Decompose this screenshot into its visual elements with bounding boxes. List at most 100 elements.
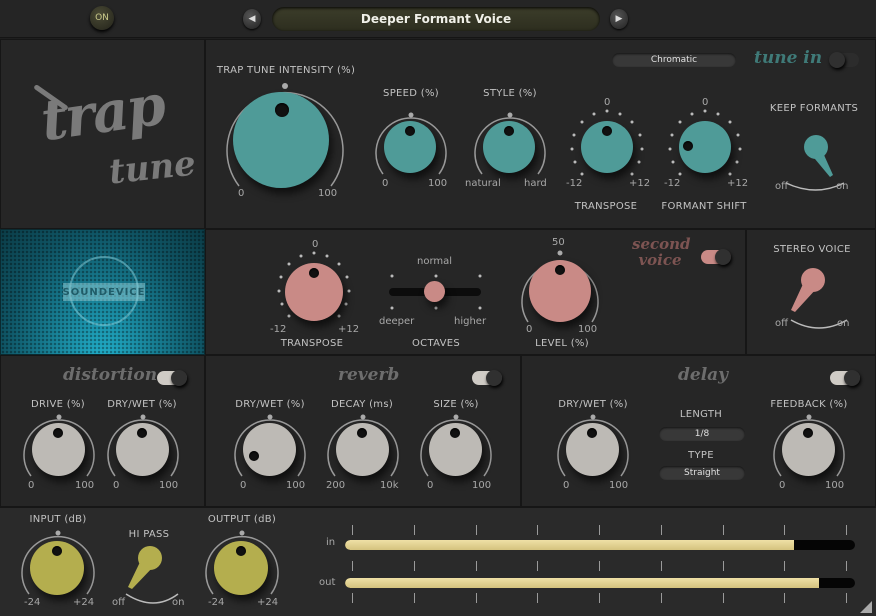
- meter-tick: [352, 525, 353, 535]
- knob-indicator: [555, 265, 565, 275]
- meter-out-label: out: [319, 577, 336, 588]
- drive-knob[interactable]: [32, 423, 85, 476]
- dist-drywet-knob[interactable]: [116, 423, 169, 476]
- level-min: 0: [526, 324, 533, 335]
- octaves-higher: higher: [454, 316, 487, 327]
- keep-formants-on: on: [836, 181, 849, 192]
- title-line1: second: [632, 235, 691, 253]
- input-knob[interactable]: [30, 541, 84, 595]
- meter-ticks-bottom: [352, 593, 847, 603]
- next-preset-button[interactable]: ▶: [610, 9, 628, 29]
- formant-shift-label: FORMANT SHIFT: [661, 201, 747, 212]
- decay-min: 200: [326, 480, 346, 491]
- output-knob[interactable]: [214, 541, 268, 595]
- dist-drywet-min: 0: [113, 480, 120, 491]
- knob-indicator: [236, 546, 246, 556]
- style-max: hard: [524, 178, 547, 189]
- style-label: STYLE (%): [483, 88, 537, 99]
- size-knob[interactable]: [429, 423, 482, 476]
- sv-transpose-center: 0: [312, 239, 319, 250]
- formant-max: +12: [727, 178, 749, 189]
- second-voice-toggle[interactable]: [701, 249, 731, 265]
- stereo-voice-off: off: [775, 318, 789, 329]
- delay-toggle[interactable]: [830, 370, 860, 386]
- dist-drywet-max: 100: [159, 480, 179, 491]
- meter-tick: [722, 561, 724, 571]
- meter-tick: [537, 525, 539, 535]
- soundevice-panel: SOUNDEVICE: [0, 229, 205, 355]
- distortion-toggle[interactable]: [157, 370, 187, 386]
- dist-drywet-label: DRY/WET (%): [107, 399, 177, 410]
- delay-drywet-knob[interactable]: [566, 423, 619, 476]
- transpose-knob[interactable]: [581, 121, 633, 173]
- style-knob[interactable]: [483, 121, 535, 173]
- octaves-deeper: deeper: [379, 316, 415, 327]
- hipass-label: HI PASS: [128, 529, 170, 540]
- delay-title: delay: [678, 365, 729, 385]
- output-label: OUTPUT (dB): [207, 514, 277, 525]
- transpose-min: -12: [566, 178, 583, 189]
- distortion-title: distortion: [63, 365, 158, 385]
- soundevice-logo: SOUNDEVICE: [63, 283, 145, 301]
- tune-in-toggle[interactable]: [829, 52, 859, 68]
- reverb-panel: reverb DRY/WET (%) 0 100 DECAY (ms) 200 …: [205, 355, 521, 507]
- hipass-on: on: [172, 597, 185, 608]
- intensity-knob[interactable]: [233, 92, 329, 188]
- type-dropdown[interactable]: Straight: [659, 466, 745, 480]
- speed-label: SPEED (%): [383, 88, 439, 99]
- sv-transpose-max: +12: [338, 324, 360, 335]
- style-min: natural: [465, 178, 501, 189]
- intensity-max: 100: [318, 188, 338, 199]
- resize-handle-icon[interactable]: [860, 601, 872, 613]
- reverb-title: reverb: [338, 365, 400, 385]
- knob-indicator: [249, 451, 259, 461]
- decay-label: DECAY (ms): [330, 399, 394, 410]
- chevron-left-icon: ◀: [248, 14, 256, 24]
- level-label: LEVEL (%): [535, 338, 589, 349]
- output-max: +24: [257, 597, 279, 608]
- formant-shift-knob[interactable]: [679, 121, 731, 173]
- meter-in-label: in: [326, 537, 336, 548]
- formant-min: -12: [664, 178, 681, 189]
- scale-dropdown[interactable]: Chromatic: [612, 53, 736, 67]
- type-label: TYPE: [688, 450, 714, 461]
- output-min: -24: [208, 597, 225, 608]
- rev-drywet-max: 100: [286, 480, 306, 491]
- knob-indicator: [275, 103, 289, 117]
- meter-tick: [413, 561, 415, 571]
- transpose-label: TRANSPOSE: [574, 201, 638, 212]
- sv-transpose-knob[interactable]: [285, 263, 343, 321]
- power-button[interactable]: ON: [90, 6, 114, 30]
- meter-tick: [475, 561, 477, 571]
- knob-indicator: [309, 268, 319, 278]
- logo-tune: tune: [107, 143, 198, 193]
- delay-drywet-label: DRY/WET (%): [558, 399, 628, 410]
- meter-tick: [846, 525, 847, 535]
- feedback-knob[interactable]: [782, 423, 835, 476]
- level-knob[interactable]: [529, 260, 591, 322]
- meter-tick: [537, 593, 539, 603]
- knob-indicator: [587, 428, 597, 438]
- length-label: LENGTH: [679, 409, 723, 420]
- speed-knob[interactable]: [384, 121, 436, 173]
- formant-center: 0: [702, 97, 709, 108]
- hipass-off: off: [112, 597, 126, 608]
- input-min: -24: [24, 597, 41, 608]
- rev-drywet-knob[interactable]: [243, 423, 296, 476]
- preset-name-display[interactable]: Deeper Formant Voice: [272, 7, 600, 31]
- speed-min: 0: [382, 178, 389, 189]
- level-max: 100: [578, 324, 598, 335]
- meter-tick: [413, 593, 415, 603]
- stereo-voice-on: on: [837, 318, 850, 329]
- decay-knob[interactable]: [336, 423, 389, 476]
- distortion-panel: distortion DRIVE (%) 0 100 DRY/WET (%) 0…: [0, 355, 205, 507]
- meter-out: [345, 578, 855, 588]
- transpose-max: +12: [629, 178, 651, 189]
- meter-in: [345, 540, 855, 550]
- previous-preset-button[interactable]: ◀: [243, 9, 261, 29]
- reverb-toggle[interactable]: [472, 370, 502, 386]
- input-max: +24: [73, 597, 95, 608]
- length-dropdown[interactable]: 1/8: [659, 427, 745, 441]
- title-line2: voice: [638, 251, 682, 269]
- octaves-slider-handle[interactable]: [424, 281, 445, 302]
